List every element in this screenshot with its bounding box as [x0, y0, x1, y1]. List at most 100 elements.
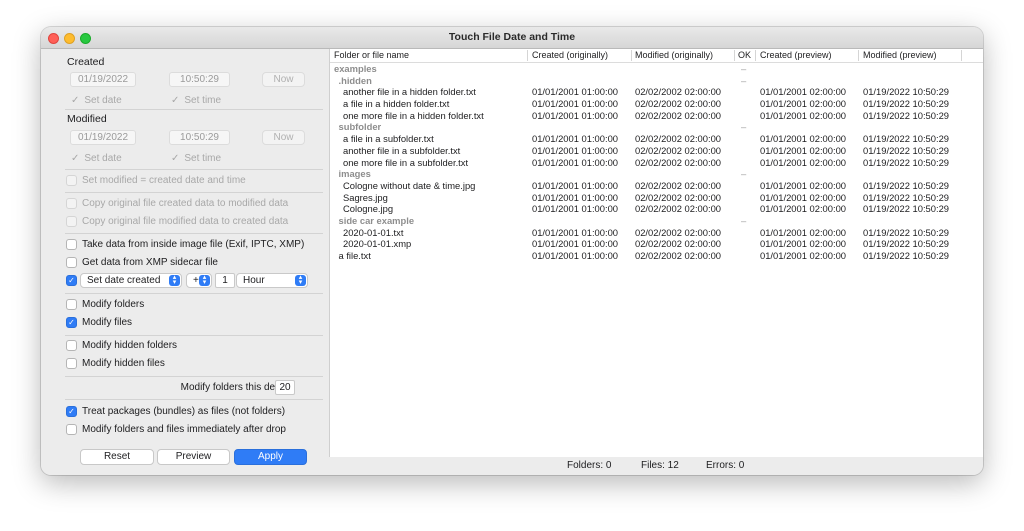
cell-created-orig: 01/01/2001 01:00:00: [532, 109, 619, 121]
offset-value-field[interactable]: 1: [215, 273, 235, 288]
modify-files-label: Modify files: [82, 317, 133, 328]
cell-created-preview: 01/01/2001 02:00:00: [760, 191, 847, 203]
file-row[interactable]: a file in a subfolder.txt 01/01/2001 01:0…: [330, 133, 983, 145]
modified-set-date-checkbox[interactable]: ✓ Set date: [71, 153, 122, 164]
created-time-field[interactable]: 10:50:29: [169, 72, 230, 87]
file-row[interactable]: 2020-01-01.txt 01/01/2001 01:00:00 02/02/2…: [330, 227, 983, 239]
copy-modified-to-created-checkbox[interactable]: Copy original file modified data to crea…: [66, 216, 288, 227]
cell-created-orig: 01/01/2001 01:00:00: [532, 238, 619, 250]
table-header: Folder or file name Created (originally)…: [330, 49, 983, 63]
depth-label: Modify folders this deep:: [180, 382, 289, 393]
file-row[interactable]: a file in a hidden folder.txt 01/01/2001 …: [330, 98, 983, 110]
divider: [65, 335, 323, 336]
modified-date-field[interactable]: 01/19/2022: [70, 130, 136, 145]
copy-created-to-modified-checkbox[interactable]: Copy original file created data to modif…: [66, 198, 288, 209]
reset-button[interactable]: Reset: [80, 449, 154, 465]
date-offset-checkbox[interactable]: ✓: [66, 275, 77, 286]
file-list-panel: Folder or file name Created (originally)…: [329, 49, 983, 457]
column-header-created-preview[interactable]: Created (preview): [760, 50, 832, 60]
created-label: Created: [67, 56, 105, 68]
modify-folders-label: Modify folders: [82, 299, 145, 310]
take-from-image-checkbox[interactable]: Take data from inside image file (Exif, …: [66, 239, 304, 250]
cell-created-preview: 01/01/2001 02:00:00: [760, 133, 847, 145]
file-row[interactable]: 2020-01-01.xmp 01/01/2001 01:00:00 02/02/2…: [330, 238, 983, 250]
modified-now-button[interactable]: Now: [262, 130, 305, 145]
column-header-ok[interactable]: OK: [738, 50, 751, 60]
column-header-created-orig[interactable]: Created (originally): [532, 50, 608, 60]
checkmark-icon: ✓: [171, 95, 180, 106]
treat-packages-checkbox[interactable]: ✓ Treat packages (bundles) as files (not…: [66, 406, 285, 417]
preview-button[interactable]: Preview: [157, 449, 230, 465]
modify-after-drop-checkbox[interactable]: Modify folders and files immediately aft…: [66, 424, 286, 435]
cell-name: one more file in a hidden folder.txt: [343, 109, 484, 121]
checkbox-box: [66, 424, 77, 435]
column-header-name[interactable]: Folder or file name: [334, 50, 409, 60]
column-divider: [734, 50, 735, 61]
column-divider: [858, 50, 859, 61]
modify-hidden-folders-label: Modify hidden folders: [82, 340, 178, 351]
file-row[interactable]: a file.txt 01/01/2001 01:00:00 02/02/2002 …: [330, 250, 983, 262]
cell-created-preview: 01/01/2001 02:00:00: [760, 86, 847, 98]
modify-files-checkbox[interactable]: ✓ Modify files: [66, 317, 132, 328]
app-window: Touch File Date and Time Created 01/19/2…: [41, 27, 983, 475]
cell-created-orig: 01/01/2001 01:00:00: [532, 203, 619, 215]
plus-minus-popup[interactable]: + ▴ ▾: [186, 273, 212, 288]
cell-created-preview: 01/01/2001 02:00:00: [760, 203, 847, 215]
cell-name: Cologne.jpg: [343, 203, 394, 215]
created-set-date-checkbox[interactable]: ✓ Set date: [71, 95, 122, 106]
offset-unit-popup[interactable]: Hour ▴ ▾: [236, 273, 308, 288]
get-from-xmp-checkbox[interactable]: Get data from XMP sidecar file: [66, 257, 218, 268]
created-set-time-checkbox[interactable]: ✓ Set time: [171, 95, 221, 106]
divider: [65, 399, 323, 400]
folder-row[interactable]: examples –: [330, 63, 983, 75]
file-row[interactable]: Cologne.jpg 01/01/2001 01:00:00 02/02/2002…: [330, 203, 983, 215]
cell-modified-preview: 01/19/2022 10:50:29: [863, 98, 950, 110]
cell-created-preview: 01/01/2001 02:00:00: [760, 156, 847, 168]
folder-row[interactable]: .hidden –: [330, 75, 983, 87]
cell-created-orig: 01/01/2001 01:00:00: [532, 133, 619, 145]
file-row[interactable]: one more file in a hidden folder.txt 01/0…: [330, 110, 983, 122]
cell-name: 2020-01-01.xmp: [343, 238, 412, 250]
cell-modified-preview: 01/19/2022 10:50:29: [863, 86, 950, 98]
folder-row[interactable]: images –: [330, 168, 983, 180]
set-modified-equals-created-checkbox[interactable]: Set modified = created date and time: [66, 175, 246, 186]
cell-modified-orig: 02/02/2002 02:00:00: [635, 133, 722, 145]
cell-created-preview: 01/01/2001 02:00:00: [760, 109, 847, 121]
file-row[interactable]: Sagres.jpg 01/01/2001 01:00:00 02/02/2002 …: [330, 192, 983, 204]
set-date-created-popup[interactable]: Set date created ▴ ▾: [80, 273, 182, 288]
file-row[interactable]: one more file in a subfolder.txt 01/01/20…: [330, 157, 983, 169]
modify-hidden-files-label: Modify hidden files: [82, 358, 165, 369]
cell-created-preview: 01/01/2001 02:00:00: [760, 179, 847, 191]
cell-created-orig: 01/01/2001 01:00:00: [532, 179, 619, 191]
cell-modified-orig: 02/02/2002 02:00:00: [635, 238, 722, 250]
settings-panel: Created 01/19/2022 10:50:29 Now ✓ Set da…: [41, 49, 329, 475]
folder-row[interactable]: side car example –: [330, 215, 983, 227]
cell-created-preview: 01/01/2001 02:00:00: [760, 226, 847, 238]
apply-button[interactable]: Apply: [234, 449, 307, 465]
file-row[interactable]: Cologne without date & time.jpg 01/01/200…: [330, 180, 983, 192]
column-header-modified-preview[interactable]: Modified (preview): [863, 50, 937, 60]
file-row[interactable]: another file in a hidden folder.txt 01/01…: [330, 86, 983, 98]
modified-time-field[interactable]: 10:50:29: [169, 130, 230, 145]
cell-created-preview: 01/01/2001 02:00:00: [760, 144, 847, 156]
cell-modified-preview: 01/19/2022 10:50:29: [863, 191, 950, 203]
modify-hidden-folders-checkbox[interactable]: Modify hidden folders: [66, 340, 177, 351]
modify-hidden-files-checkbox[interactable]: Modify hidden files: [66, 358, 165, 369]
depth-value-field[interactable]: 20: [275, 380, 295, 395]
cell-ok: –: [741, 121, 747, 133]
cell-modified-preview: 01/19/2022 10:50:29: [863, 144, 950, 156]
cell-ok: –: [741, 168, 747, 180]
column-header-modified-orig[interactable]: Modified (originally): [635, 50, 713, 60]
offset-unit-popup-label: Hour: [243, 275, 265, 286]
folder-row[interactable]: subfolder –: [330, 121, 983, 133]
cell-modified-orig: 02/02/2002 02:00:00: [635, 86, 722, 98]
modified-set-time-checkbox[interactable]: ✓ Set time: [171, 153, 221, 164]
created-now-button[interactable]: Now: [262, 72, 305, 87]
cell-modified-preview: 01/19/2022 10:50:29: [863, 133, 950, 145]
chevron-up-down-icon: ▴ ▾: [169, 274, 180, 286]
file-row[interactable]: another file in a subfolder.txt 01/01/200…: [330, 145, 983, 157]
checkbox-box: [66, 299, 77, 310]
cell-name: a file in a subfolder.txt: [343, 133, 434, 145]
created-date-field[interactable]: 01/19/2022: [70, 72, 136, 87]
modify-folders-checkbox[interactable]: Modify folders: [66, 299, 144, 310]
